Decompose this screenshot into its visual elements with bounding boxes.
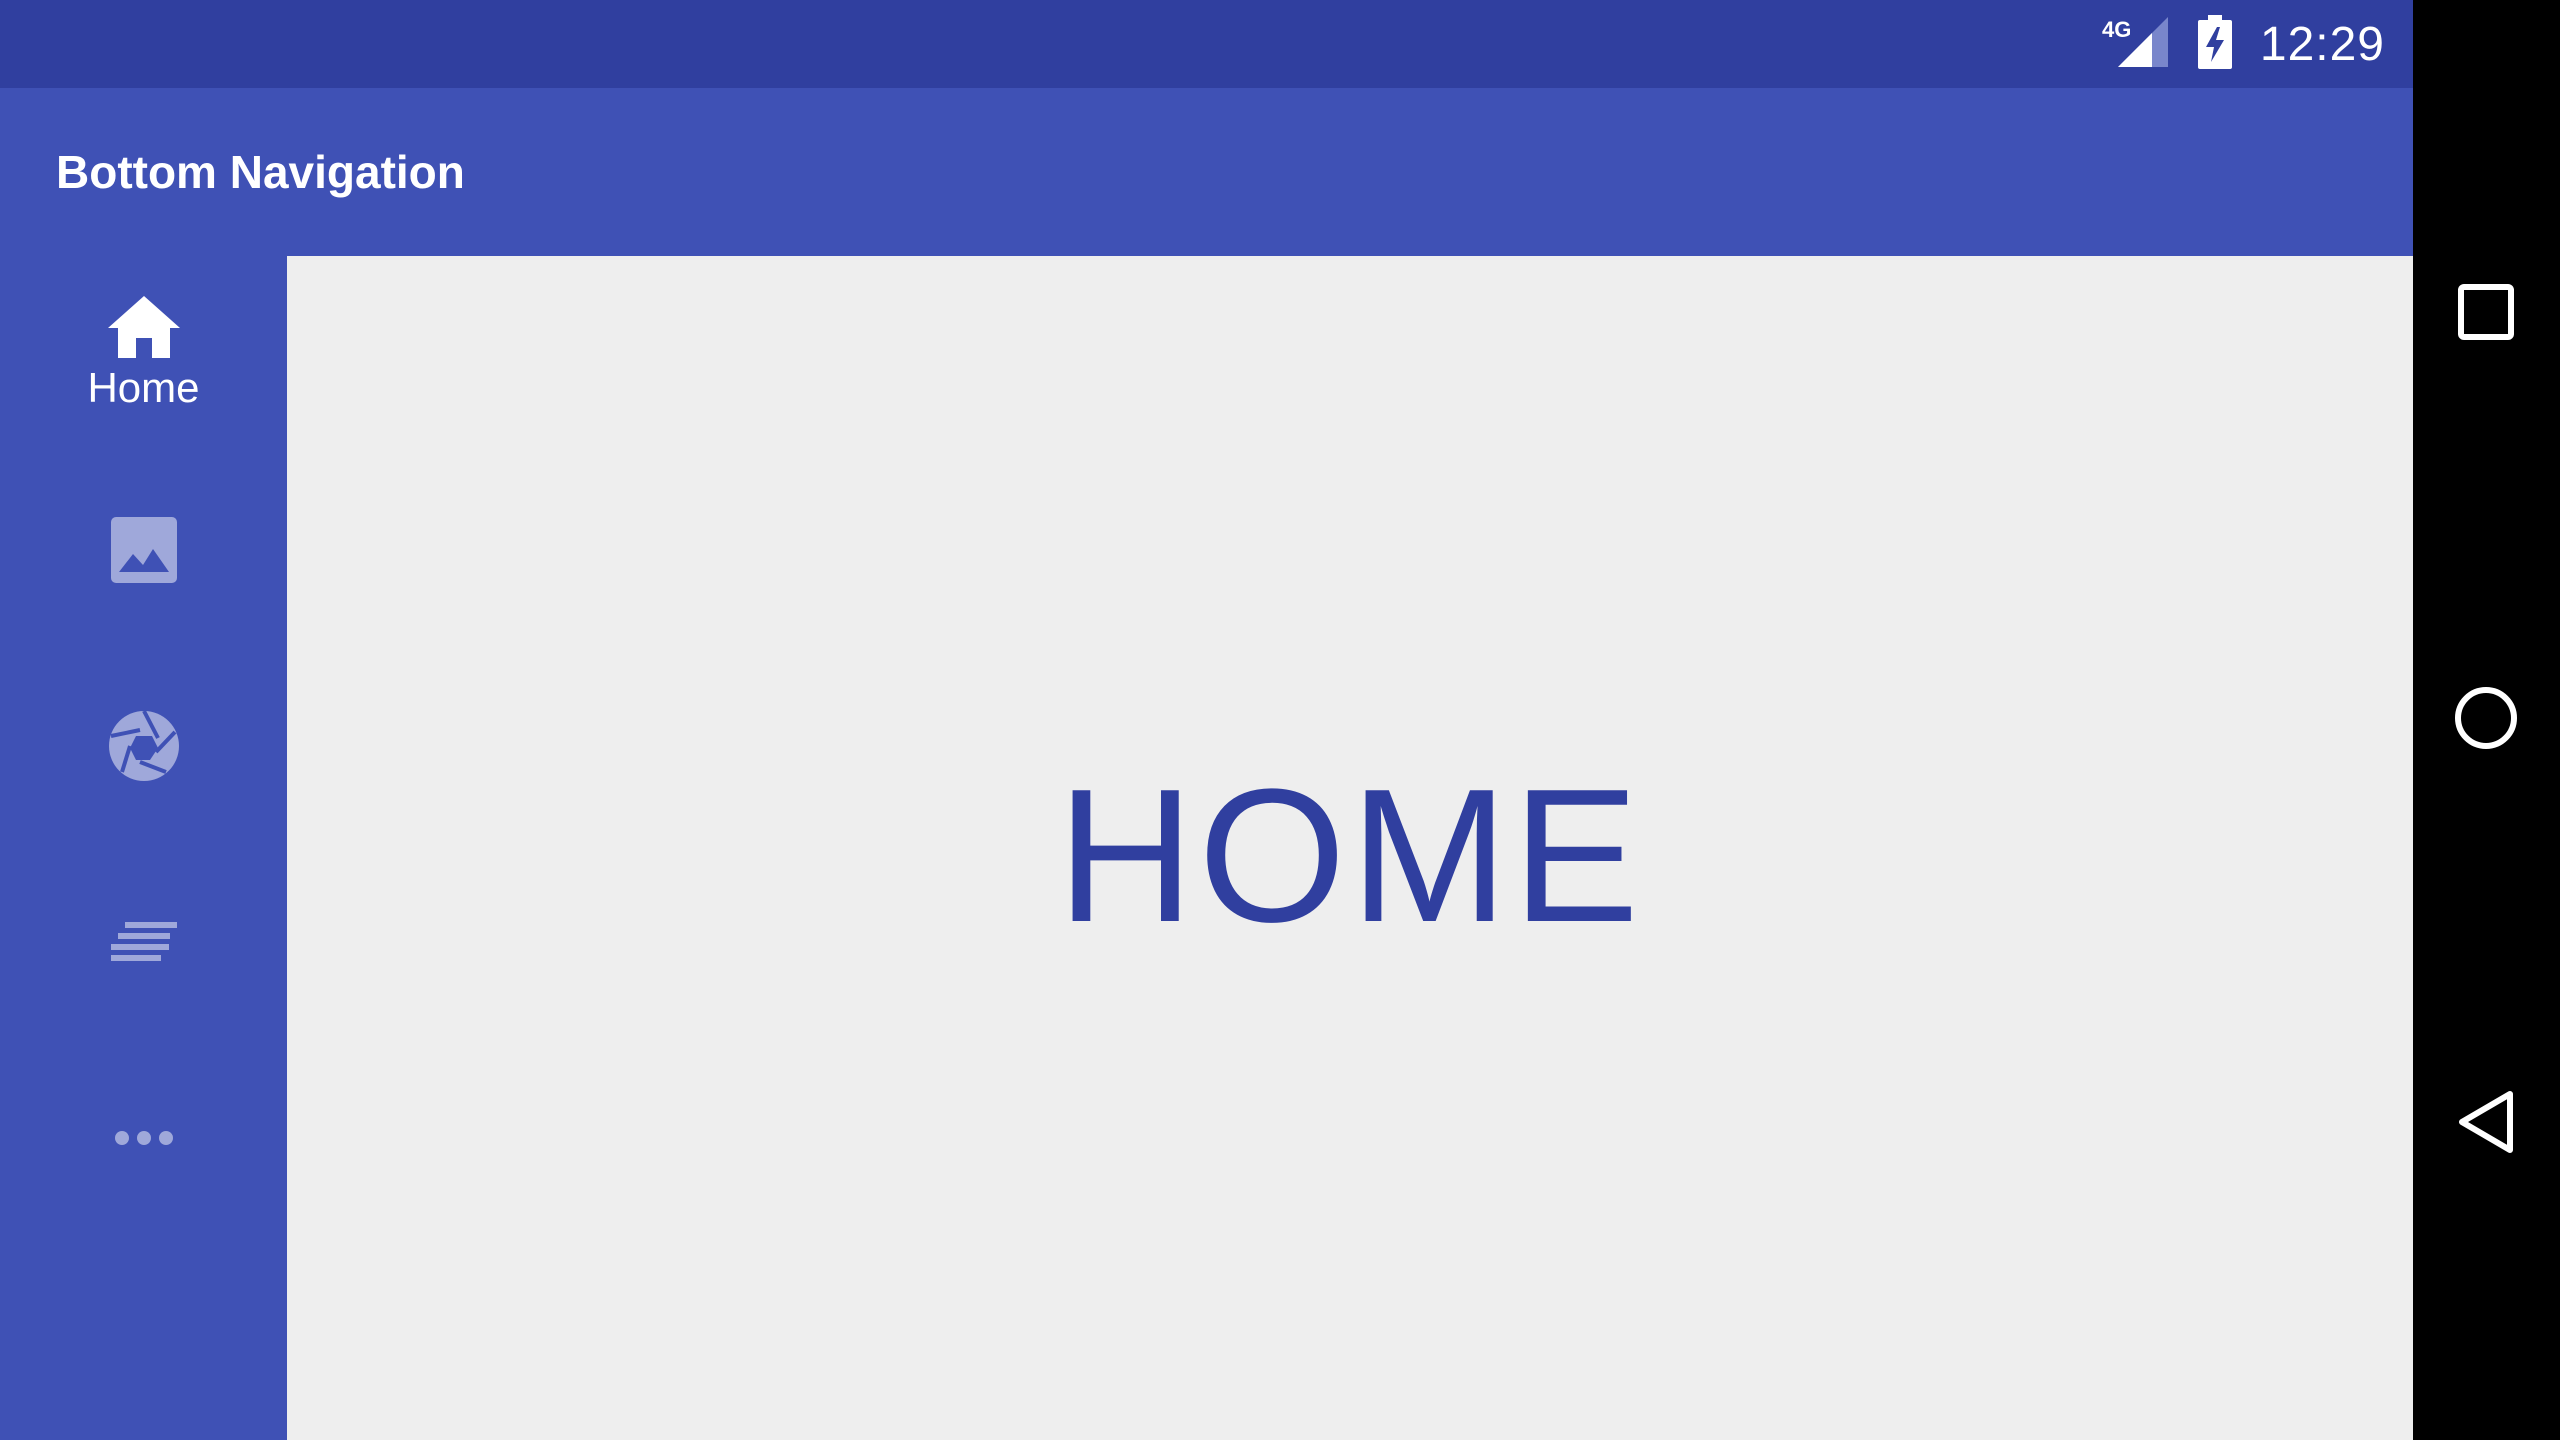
nav-item-home[interactable]: Home [0,256,287,452]
network-type-label: 4G [2102,17,2131,42]
more-horiz-icon [114,1130,174,1146]
nav-item-more[interactable] [0,1040,287,1236]
nav-item-home-label: Home [87,364,200,411]
side-navigation: Home [0,256,287,1440]
home-button[interactable] [2436,670,2536,770]
image-icon [110,517,177,583]
home-circle-icon [2454,686,2518,755]
recents-button[interactable] [2436,264,2536,364]
content-area: HOME [287,256,2413,1440]
back-button[interactable] [2436,1074,2536,1174]
screen: 4G 12:29 Bottom Navigation Home HOME [0,0,2413,1440]
battery-charging-icon [2197,14,2232,74]
status-icons: 4G 12:29 [2102,0,2385,88]
nav-item-camera[interactable] [0,648,287,844]
page-heading: HOME [1057,750,1643,962]
app-bar: Bottom Navigation [0,88,2413,256]
nav-item-images[interactable] [0,452,287,648]
system-navigation-bar [2413,0,2560,1440]
app-title: Bottom Navigation [56,146,465,198]
recents-icon [2457,283,2515,346]
home-icon [107,296,180,358]
back-icon [2456,1089,2516,1160]
camera-aperture-icon [108,710,180,782]
notes-icon [110,922,177,962]
signal-icon: 4G [2102,15,2168,74]
status-bar: 4G 12:29 [0,0,2413,88]
nav-item-notes[interactable] [0,844,287,1040]
status-clock: 12:29 [2259,17,2385,71]
